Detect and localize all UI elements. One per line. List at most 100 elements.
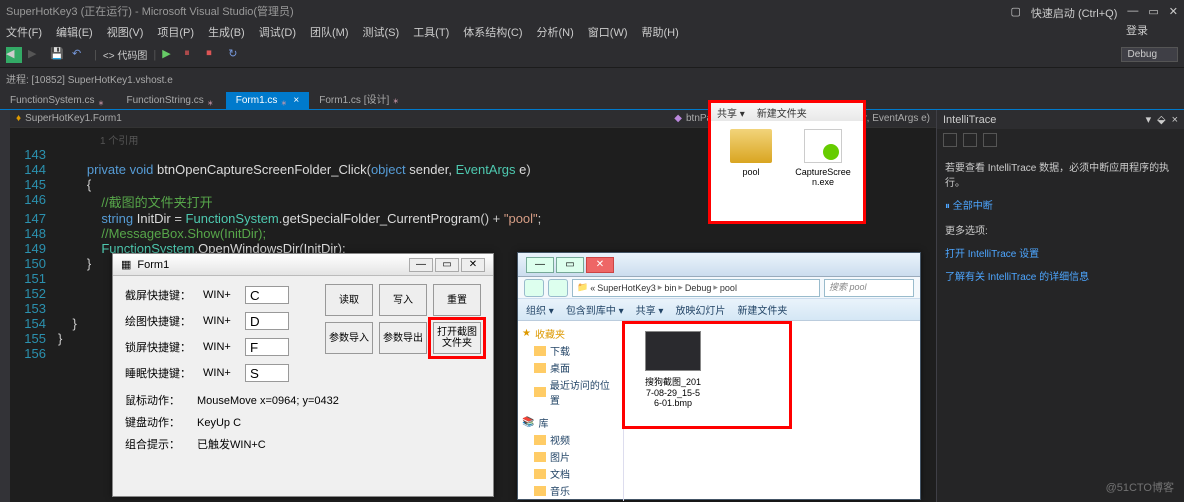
menu-view[interactable]: 视图(V) bbox=[107, 24, 144, 40]
tab-functionsystem[interactable]: FunctionSystem.cs⁎ bbox=[0, 92, 116, 109]
nav-tree[interactable]: ★ 收藏夹 下载 桌面 最近访问的位置 📚 库 视频 图片 文档 音乐 优酷影视… bbox=[518, 321, 624, 501]
input-sleep-key[interactable] bbox=[245, 364, 289, 382]
tab-bar: FunctionSystem.cs⁎ FunctionString.cs⁎ Fo… bbox=[0, 88, 1184, 110]
menu-arch[interactable]: 体系结构(C) bbox=[463, 24, 522, 40]
menu-build[interactable]: 生成(B) bbox=[208, 24, 245, 40]
value-combo: 已触发WIN+C bbox=[197, 439, 266, 451]
folder-newfolder[interactable]: 新建文件夹 bbox=[757, 105, 807, 120]
menu-file[interactable]: 文件(F) bbox=[6, 24, 42, 40]
explorer-min-icon[interactable]: — bbox=[526, 257, 554, 273]
it-learn-link[interactable]: 了解有关 IntelliTrace 的详细信息 bbox=[945, 268, 1176, 283]
signin-link[interactable]: 登录 bbox=[1126, 22, 1148, 38]
folder-preview-overlay: 共享 ▾ 新建文件夹 pool CaptureScreen.exe bbox=[708, 100, 866, 224]
maximize-icon[interactable]: ▭ bbox=[1148, 5, 1158, 21]
btn-reset[interactable]: 重置 bbox=[433, 284, 481, 316]
folder-item-exe[interactable]: CaptureScreen.exe bbox=[792, 129, 854, 187]
btn-param-export[interactable]: 参数导出 bbox=[379, 322, 427, 354]
explorer-window: — ▭ ✕ 📁 « SuperHotKey3▸ bin▸ Debug▸ pool… bbox=[517, 252, 921, 500]
it-break-all-link[interactable]: ⏸ 全部中断 bbox=[945, 197, 1176, 212]
class-indicator-icon: ♦ bbox=[16, 113, 21, 124]
explorer-close-icon[interactable]: ✕ bbox=[586, 257, 614, 273]
form1-close-icon[interactable]: ✕ bbox=[461, 258, 485, 272]
panel-dropdown-icon[interactable]: ▾ bbox=[1146, 113, 1152, 126]
cmd-newfolder[interactable]: 新建文件夹 bbox=[737, 302, 787, 317]
it-tool-icon-1[interactable] bbox=[943, 133, 957, 147]
app-title: SuperHotKey3 (正在运行) - Microsoft Visual S… bbox=[6, 3, 294, 19]
pin-icon[interactable]: ⁎ bbox=[281, 97, 289, 105]
btn-write[interactable]: 写入 bbox=[379, 284, 427, 316]
cmd-organize[interactable]: 组织 ▾ bbox=[526, 302, 554, 317]
close-icon[interactable]: ✕ bbox=[1169, 5, 1178, 21]
menu-project[interactable]: 项目(P) bbox=[157, 24, 194, 40]
form1-app-icon: ▦ bbox=[121, 258, 131, 271]
command-bar: 组织 ▾ 包含到库中 ▾ 共享 ▾ 放映幻灯片 新建文件夹 bbox=[518, 299, 920, 321]
folder-item-pool[interactable]: pool bbox=[720, 129, 782, 187]
notif-icon[interactable]: ▢ bbox=[1010, 5, 1020, 21]
folder-icon bbox=[534, 346, 546, 356]
nav-back-icon[interactable]: ◀ bbox=[6, 47, 22, 63]
menu-help[interactable]: 帮助(H) bbox=[642, 24, 679, 40]
nav-fwd-icon[interactable]: ▶ bbox=[28, 47, 44, 63]
menu-tools[interactable]: 工具(T) bbox=[413, 24, 449, 40]
breadcrumb-class[interactable]: SuperHotKey1.Form1 bbox=[25, 113, 674, 124]
tab-functionstring[interactable]: FunctionString.cs⁎ bbox=[116, 92, 225, 109]
minimize-icon[interactable]: — bbox=[1127, 5, 1138, 21]
it-tool-icon-3[interactable] bbox=[983, 133, 997, 147]
pin-icon[interactable]: ⁎ bbox=[208, 97, 216, 105]
btn-open-capture-folder[interactable]: 打开截图文件夹 bbox=[433, 322, 481, 354]
menu-test[interactable]: 测试(S) bbox=[363, 24, 400, 40]
code-view-label: <> 代码图 bbox=[103, 47, 147, 62]
tab-form1-cs[interactable]: Form1.cs⁎× bbox=[226, 92, 310, 109]
cmd-share[interactable]: 共享 ▾ bbox=[636, 302, 664, 317]
nav-forward-button[interactable] bbox=[548, 279, 568, 297]
watermark: @51CTO博客 bbox=[1106, 479, 1174, 495]
close-tab-icon[interactable]: × bbox=[293, 95, 299, 106]
quick-launch[interactable]: 快速启动 (Ctrl+Q) bbox=[1031, 5, 1117, 21]
intellitrace-toolbar bbox=[937, 129, 1184, 151]
form1-min-icon[interactable]: — bbox=[409, 258, 433, 272]
intellitrace-header[interactable]: IntelliTrace ▾ ⬙ × bbox=[937, 110, 1184, 129]
folder-icon bbox=[730, 129, 772, 163]
nav-back-button[interactable] bbox=[524, 279, 544, 297]
save-icon[interactable]: 💾 bbox=[50, 47, 66, 63]
config-dropdown[interactable]: Debug bbox=[1121, 47, 1178, 62]
pin-icon[interactable]: ⁎ bbox=[393, 95, 401, 103]
folder-icon: 📁 bbox=[577, 282, 588, 293]
address-bar[interactable]: 📁 « SuperHotKey3▸ bin▸ Debug▸ pool bbox=[572, 279, 820, 297]
file-list[interactable]: 搜狗截图_2017-08-29_15-56-01.bmp bbox=[624, 321, 920, 501]
tab-form1-design[interactable]: Form1.cs [设计]⁎ bbox=[309, 88, 411, 109]
form1-max-icon[interactable]: ▭ bbox=[435, 258, 459, 272]
input-lock-key[interactable] bbox=[245, 338, 289, 356]
restart-icon[interactable]: ↻ bbox=[228, 47, 244, 63]
menu-team[interactable]: 团队(M) bbox=[310, 24, 349, 40]
explorer-search[interactable]: 搜索 pool bbox=[824, 279, 914, 297]
explorer-titlebar[interactable]: — ▭ ✕ bbox=[518, 253, 920, 277]
cmd-slideshow[interactable]: 放映幻灯片 bbox=[675, 302, 725, 317]
form1-window: ▦ Form1 — ▭ ✕ 截屏快捷键：WIN+ 绘图快捷键：WIN+ 锁屏快捷… bbox=[112, 253, 494, 497]
panel-close-icon[interactable]: × bbox=[1172, 114, 1178, 126]
input-draw-key[interactable] bbox=[245, 312, 289, 330]
continue-icon[interactable]: ▶ bbox=[162, 47, 178, 63]
form1-titlebar[interactable]: ▦ Form1 — ▭ ✕ bbox=[113, 254, 493, 276]
process-label: 进程: [10852] SuperHotKey1.vshost.e bbox=[6, 71, 173, 86]
menu-edit[interactable]: 编辑(E) bbox=[56, 24, 93, 40]
input-capture-key[interactable] bbox=[245, 286, 289, 304]
cmd-include[interactable]: 包含到库中 ▾ bbox=[566, 302, 624, 317]
btn-read[interactable]: 读取 bbox=[325, 284, 373, 316]
menu-debug[interactable]: 调试(D) bbox=[259, 24, 296, 40]
btn-param-import[interactable]: 参数导入 bbox=[325, 322, 373, 354]
it-settings-link[interactable]: 打开 IntelliTrace 设置 bbox=[945, 245, 1176, 260]
undo-icon[interactable]: ↶ bbox=[72, 47, 88, 63]
folder-icon bbox=[534, 452, 546, 462]
it-tool-icon-2[interactable] bbox=[963, 133, 977, 147]
explorer-max-icon[interactable]: ▭ bbox=[556, 257, 584, 273]
pin-icon[interactable]: ⁎ bbox=[98, 97, 106, 105]
label-combo: 组合提示： bbox=[125, 436, 197, 452]
pause-icon[interactable]: ⏸ bbox=[184, 47, 200, 63]
menu-analyze[interactable]: 分析(N) bbox=[537, 24, 574, 40]
panel-pin-icon[interactable]: ⬙ bbox=[1157, 113, 1165, 126]
folder-share-menu[interactable]: 共享 ▾ bbox=[717, 105, 745, 120]
file-item[interactable]: 搜狗截图_2017-08-29_15-56-01.bmp bbox=[644, 331, 702, 408]
menu-window[interactable]: 窗口(W) bbox=[588, 24, 628, 40]
stop-icon[interactable]: ⏹ bbox=[206, 47, 222, 63]
